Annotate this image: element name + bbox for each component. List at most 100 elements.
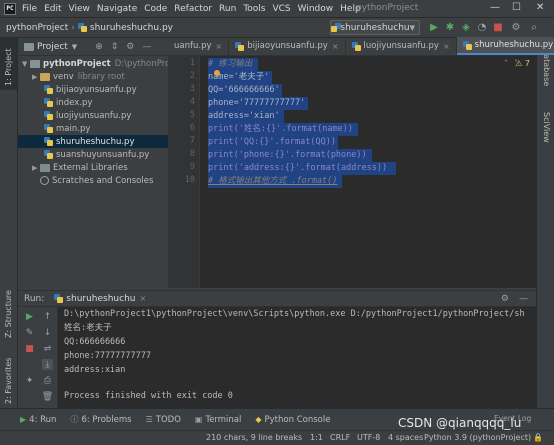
hide-panel-icon[interactable]: — [142, 42, 151, 52]
close-run-tab-icon[interactable]: × [140, 294, 147, 303]
run-icon[interactable]: ▶ [428, 21, 440, 33]
status-interpreter[interactable]: Python 3.9 (pythonProject) [424, 433, 531, 442]
code-line-5: address='xian' [208, 111, 280, 121]
code-editor[interactable]: # 练习输出 name='老夫子' QQ='666666666' phone='… [200, 56, 536, 288]
ide-window: PC File Edit View Navigate Code Refactor… [0, 0, 554, 445]
tree-file[interactable]: main.py [44, 122, 90, 135]
scroll-to-end-icon[interactable]: ⤓ [42, 359, 53, 370]
tree-item-external-libraries[interactable]: ▶ External Libraries [32, 161, 128, 174]
console-line: QQ:666666666 [64, 337, 126, 347]
file-label: suanshuyunsuanfu.py [56, 149, 150, 160]
menu-run[interactable]: Run [219, 4, 236, 14]
breadcrumb-project[interactable]: pythonProject [6, 23, 68, 33]
profile-icon[interactable]: ◔ [476, 21, 488, 33]
options-gear-icon[interactable]: ⚙ [126, 42, 134, 52]
python-file-icon [44, 124, 53, 133]
window-title: pythonProject [356, 3, 419, 13]
tree-file[interactable]: bijiaoyunsuanfu.py [44, 83, 137, 96]
tool-run-label: 4: Run [29, 414, 57, 425]
tool-python-console-label: Python Console [264, 414, 331, 425]
maximize-icon[interactable]: ☐ [512, 2, 521, 13]
run-icon: ▶ [20, 415, 27, 424]
stop-run-icon[interactable]: ■ [24, 343, 35, 354]
chevron-down-icon[interactable]: ˅ [514, 59, 518, 68]
navigation-bar: pythonProject › shuruheshuchu.py shuruhe… [0, 18, 554, 38]
sciview-tool-tab[interactable]: SciView [542, 112, 551, 143]
tree-file[interactable]: luojiyunsuanfu.py [44, 109, 131, 122]
expand-arrow-icon[interactable]: ▼ [22, 60, 30, 68]
coverage-icon[interactable]: ◈ [460, 21, 472, 33]
tree-file[interactable]: index.py [44, 96, 92, 109]
console-line: phone:77777777777 [64, 351, 151, 361]
tab-suanshuyunsuanfu[interactable]: uanfu.py × [168, 37, 230, 55]
tab-shuruheshuchu[interactable]: shuruheshuchu.py × [456, 37, 554, 55]
python-file-icon [54, 294, 64, 303]
collapse-all-icon[interactable]: ⇕ [111, 42, 119, 52]
pin-tab-icon[interactable]: ✦ [24, 375, 35, 386]
menu-tools[interactable]: Tools [243, 4, 265, 14]
close-tab-icon[interactable]: × [332, 42, 339, 51]
run-console-output[interactable]: D:\pythonProject1\pythonProject\venv\Scr… [58, 307, 536, 408]
tree-root[interactable]: ▼ pythonProject D:\pythonProjec [22, 57, 182, 70]
scroll-up-icon[interactable]: ↑ [42, 311, 53, 322]
tool-problems[interactable]: ⓘ 6: Problems [70, 414, 131, 425]
clear-all-icon[interactable]: 🗑 [42, 391, 53, 402]
expand-arrow-icon[interactable]: ▶ [32, 164, 40, 172]
menu-window[interactable]: Window [298, 4, 334, 14]
scroll-down-icon[interactable]: ↓ [42, 327, 53, 338]
file-label: luojiyunsuanfu.py [56, 110, 132, 121]
tree-item-venv[interactable]: ▶ venv library root [32, 70, 125, 83]
lock-icon[interactable]: 🔒 [533, 433, 543, 442]
menu-edit[interactable]: Edit [44, 4, 61, 14]
stop-icon[interactable]: ■ [492, 21, 504, 33]
root-name: pythonProject [43, 58, 111, 69]
search-icon[interactable]: ⌕ [528, 21, 540, 33]
wrench-icon[interactable]: ✎ [24, 327, 35, 338]
menu-file[interactable]: File [22, 4, 37, 14]
hide-run-panel-icon[interactable]: — [519, 294, 528, 304]
menu-navigate[interactable]: Navigate [97, 4, 137, 14]
folder-icon [30, 59, 40, 68]
folder-icon [40, 72, 50, 81]
menu-code[interactable]: Code [144, 4, 167, 14]
breadcrumb-file[interactable]: shuruheshuchu.py [90, 23, 173, 33]
print-icon[interactable]: ⎙ [42, 375, 53, 386]
chevron-down-icon[interactable]: ▼ [72, 43, 77, 51]
locate-file-icon[interactable]: ⊕ [95, 42, 103, 52]
tree-file-selected[interactable]: shuruheshuchu.py [18, 135, 168, 148]
structure-tool-tab[interactable]: Z: Structure [4, 290, 13, 338]
tool-python-console[interactable]: ◆ Python Console [255, 415, 330, 425]
python-console-icon: ◆ [255, 415, 262, 424]
tool-todo[interactable]: ☰ TODO [146, 415, 181, 425]
run-tab[interactable]: shuruheshuchu [66, 294, 135, 304]
status-indent[interactable]: 4 spaces [388, 433, 423, 442]
tool-run[interactable]: ▶ 4: Run [20, 415, 56, 425]
project-panel-title[interactable]: Project [37, 42, 68, 52]
expand-arrow-icon[interactable]: ▶ [32, 73, 40, 81]
minimize-icon[interactable]: — [490, 2, 500, 13]
status-encoding[interactable]: UTF-8 [357, 433, 380, 442]
menu-refactor[interactable]: Refactor [174, 4, 212, 14]
tab-bijiaoyunsuanfu[interactable]: bijiaoyunsuanfu.py × [229, 37, 346, 55]
run-configuration-select[interactable]: shuruheshuchu ▼ [330, 20, 420, 35]
project-tool-tab[interactable]: 1: Project [4, 48, 13, 86]
tree-file[interactable]: suanshuyunsuanfu.py [44, 148, 149, 161]
status-position[interactable]: 1:1 [310, 433, 323, 442]
soft-wrap-icon[interactable]: ⇌ [42, 343, 53, 354]
settings-icon[interactable]: ⚙ [510, 21, 522, 33]
tree-item-scratches[interactable]: Scratches and Consoles [40, 174, 153, 187]
debug-icon[interactable]: ✱ [444, 21, 456, 33]
tool-terminal[interactable]: ▣ Terminal [195, 415, 241, 425]
rerun-icon[interactable]: ▶ [24, 311, 35, 322]
close-tab-icon[interactable]: × [216, 42, 223, 51]
status-line-separator[interactable]: CRLF [330, 433, 350, 442]
favorites-tool-tab[interactable]: 2: Favorites [4, 358, 13, 404]
tab-luojiyunsuanfu[interactable]: luojiyunsuanfu.py × [346, 37, 457, 55]
close-tab-icon[interactable]: × [443, 42, 450, 51]
intention-bulb-icon[interactable] [214, 70, 220, 76]
run-settings-gear-icon[interactable]: ⚙ [501, 294, 509, 304]
menu-view[interactable]: View [69, 4, 90, 14]
close-window-icon[interactable]: ✕ [536, 2, 544, 13]
menu-vcs[interactable]: VCS [272, 4, 290, 14]
chevron-up-icon[interactable]: ˄ [504, 59, 508, 68]
